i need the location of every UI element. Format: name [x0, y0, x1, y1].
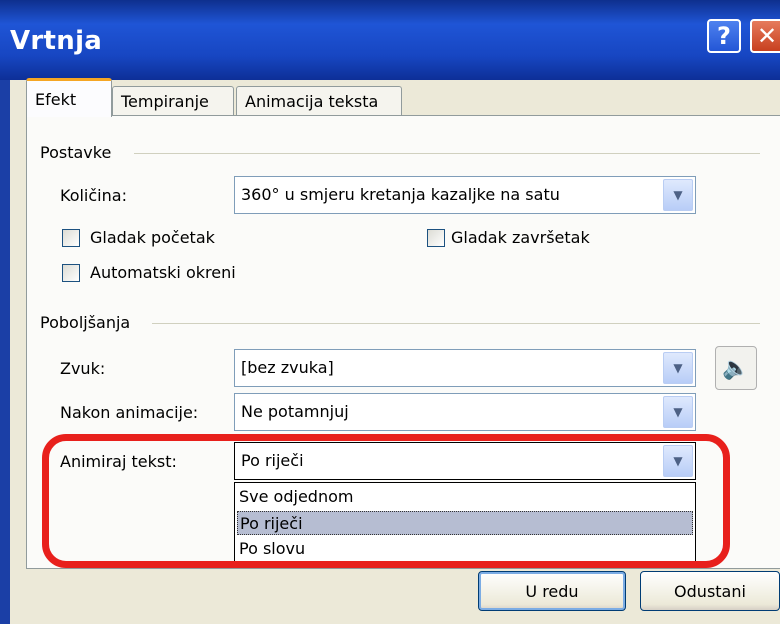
nakon-animacije-value: Ne potamnjuj: [241, 402, 349, 421]
speaker-button[interactable]: 🔈: [715, 346, 757, 390]
group-divider: [152, 323, 760, 324]
gladak-zavrsetak-checkbox[interactable]: [427, 229, 445, 247]
speaker-icon: 🔈: [722, 355, 750, 381]
close-icon: ✕: [756, 22, 778, 50]
automatski-okreni-checkbox[interactable]: [62, 264, 80, 282]
help-icon: ?: [717, 22, 731, 50]
ok-button[interactable]: U redu: [478, 571, 626, 611]
chevron-down-icon[interactable]: ▼: [663, 352, 693, 384]
kolicina-value: 360° u smjeru kretanja kazaljke na satu: [241, 185, 560, 204]
zvuk-label: Zvuk:: [60, 359, 106, 378]
tab-label: Efekt: [35, 89, 77, 109]
zvuk-select[interactable]: [bez zvuka] ▼: [234, 349, 696, 387]
chevron-down-icon[interactable]: ▼: [663, 396, 693, 428]
tab-animacija-teksta[interactable]: Animacija teksta: [236, 86, 402, 116]
tab-label: Tempiranje: [121, 92, 209, 111]
window-frame: [0, 80, 10, 624]
effect-dialog: Vrtnja ? ✕ Efekt Tempiranje Animacija te…: [0, 0, 780, 624]
highlight-annotation: [42, 434, 730, 568]
chevron-down-icon[interactable]: ▼: [663, 179, 693, 211]
cancel-button[interactable]: Odustani: [640, 571, 780, 611]
group-divider: [134, 153, 760, 154]
gladak-zavrsetak-label: Gladak završetak: [451, 228, 590, 247]
kolicina-select[interactable]: 360° u smjeru kretanja kazaljke na satu …: [234, 176, 696, 214]
help-button[interactable]: ?: [707, 19, 741, 53]
group-poboljsanja-label: Poboljšanja: [40, 313, 131, 332]
nakon-animacije-label: Nakon animacije:: [60, 403, 199, 422]
gladak-pocetak-label: Gladak početak: [90, 228, 215, 247]
close-button[interactable]: ✕: [750, 19, 780, 53]
nakon-animacije-select[interactable]: Ne potamnjuj ▼: [234, 393, 696, 431]
tab-efekt[interactable]: Efekt: [26, 78, 112, 117]
zvuk-value: [bez zvuka]: [241, 358, 334, 377]
automatski-okreni-label: Automatski okreni: [90, 263, 236, 282]
window-title: Vrtnja: [10, 26, 103, 56]
gladak-pocetak-checkbox[interactable]: [62, 229, 80, 247]
tab-label: Animacija teksta: [245, 92, 379, 111]
group-postavke-label: Postavke: [40, 143, 112, 162]
tab-tempiranje[interactable]: Tempiranje: [112, 86, 234, 116]
title-bar[interactable]: Vrtnja ? ✕: [0, 0, 780, 80]
kolicina-label: Količina:: [60, 186, 127, 205]
